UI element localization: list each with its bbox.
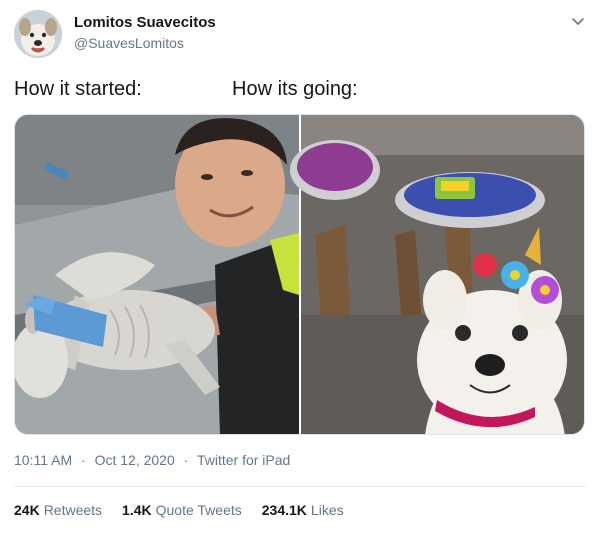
quote-tweets-count: 1.4K bbox=[122, 502, 152, 518]
quote-tweets-label: Quote Tweets bbox=[155, 502, 242, 518]
likes-label: Likes bbox=[310, 502, 344, 518]
retweets-label: Retweets bbox=[43, 502, 103, 518]
avatar[interactable] bbox=[14, 10, 62, 58]
caption-how-it-started: How it started: bbox=[14, 78, 142, 100]
photo-right[interactable] bbox=[290, 115, 585, 435]
quote-tweets-stat[interactable]: 1.4K Quote Tweets bbox=[122, 502, 242, 518]
chevron-down-icon[interactable] bbox=[568, 12, 588, 32]
tweet-media[interactable] bbox=[14, 114, 585, 435]
tweet-meta: 10:11 AM · Oct 12, 2020 · Twitter for iP… bbox=[14, 452, 290, 468]
user-handle[interactable]: @SuavesLomitos bbox=[74, 35, 184, 51]
tweet-stats: 24K Retweets 1.4K Quote Tweets 234.1K Likes bbox=[14, 502, 344, 518]
tweet-date[interactable]: Oct 12, 2020 bbox=[95, 452, 175, 468]
likes-stat[interactable]: 234.1K Likes bbox=[262, 502, 344, 518]
photo-left[interactable] bbox=[15, 115, 299, 435]
tweet-source[interactable]: Twitter for iPad bbox=[197, 452, 290, 468]
retweets-count: 24K bbox=[14, 502, 40, 518]
caption-how-its-going: How its going: bbox=[232, 78, 358, 100]
avatar-dog-image bbox=[14, 10, 62, 58]
tweet-time[interactable]: 10:11 AM bbox=[14, 452, 72, 468]
divider bbox=[14, 486, 586, 487]
display-name[interactable]: Lomitos Suavecitos bbox=[74, 14, 216, 31]
retweets-stat[interactable]: 24K Retweets bbox=[14, 502, 102, 518]
meta-separator: · bbox=[183, 452, 189, 468]
likes-count: 234.1K bbox=[261, 502, 307, 518]
meta-separator: · bbox=[81, 452, 86, 468]
